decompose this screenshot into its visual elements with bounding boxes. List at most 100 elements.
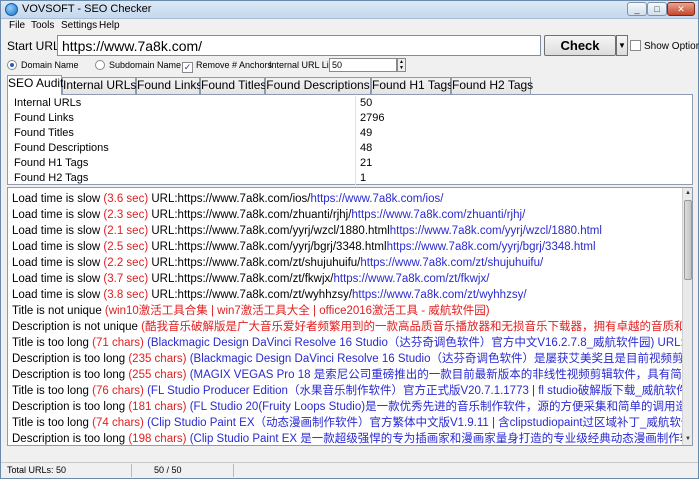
log-line[interactable]: Title is too long (76 chars) (FL Studio … (12, 384, 682, 400)
status-bar: Total URLs: 50 50 / 50 (1, 462, 698, 478)
log-line[interactable]: Description is too long (181 chars) (FL … (12, 400, 682, 416)
subdomain-name-radio[interactable]: Subdomain Name (95, 60, 181, 70)
menu-settings[interactable]: Settings (61, 20, 97, 31)
log-mid: URL:https://www.7a8k.com/zt/shujuhuifu/ (148, 257, 361, 269)
menu-bar: File Tools Settings Help (1, 19, 698, 33)
log-metric: (181 chars) (128, 401, 187, 413)
remove-anchors-box[interactable]: ✓ (182, 62, 193, 73)
log-line[interactable]: Description is not unique (酷我音乐破解版是广大音乐爱… (12, 320, 682, 336)
summary-value: 50 (360, 97, 373, 109)
tab-found-titles[interactable]: Found Titles (200, 77, 266, 94)
log-line[interactable]: Load time is slow (2.1 sec) URL:https://… (12, 224, 602, 240)
maximize-button[interactable]: □ (647, 2, 667, 16)
log-metric: (235 chars) (128, 353, 187, 365)
show-options-label: Show Options (644, 41, 699, 52)
log-tail: https://www.7a8k.com/yyrj/wzcl/1880.html (389, 225, 602, 237)
check-dropdown-icon[interactable]: ▼ (616, 35, 628, 56)
log-line[interactable]: Description is too long (255 chars) (MAG… (12, 368, 682, 384)
summary-label: Found Links (14, 112, 74, 124)
log-line[interactable]: Load time is slow (3.7 sec) URL:https://… (12, 272, 489, 288)
scroll-up-icon[interactable]: ▲ (683, 188, 692, 199)
log-line[interactable]: Description is too long (235 chars) (Bla… (12, 352, 682, 368)
limit-spinner-icon[interactable]: ▲ ▼ (397, 58, 406, 72)
summary-row[interactable]: Found Descriptions 48 (8, 141, 692, 156)
log-mid: (FL Studio 20(Fruity Loops Studio)是一款优秀先… (189, 401, 682, 413)
app-logo-icon (5, 3, 18, 16)
summary-row[interactable]: Found Titles 49 (8, 126, 692, 141)
internal-url-limit-input[interactable] (329, 58, 397, 72)
start-url-input[interactable] (57, 35, 541, 56)
menu-file[interactable]: File (9, 20, 25, 31)
tab-found-h2-tags[interactable]: Found H2 Tags (451, 77, 533, 94)
log-tail: https://www.7a8k.com/yyrj/bgrj/3348.html (386, 241, 596, 253)
audit-log: Load time is slow (3.6 sec) URL:https://… (7, 187, 693, 446)
tab-found-links[interactable]: Found Links (136, 77, 202, 94)
tab-seo-audit[interactable]: SEO Audit (7, 75, 63, 95)
app-window: VOVSOFT - SEO Checker _ □ ✕ File Tools S… (0, 0, 699, 479)
log-metric: (3.8 sec) (103, 289, 149, 301)
domain-name-radio[interactable]: Domain Name (7, 60, 79, 70)
tab-internal-urls[interactable]: Internal URLs (62, 77, 136, 94)
log-prefix: Description is too long (12, 401, 129, 413)
summary-value: 1 (360, 172, 367, 184)
show-options-checkbox[interactable]: Show Options (630, 40, 699, 52)
log-metric: (3.6 sec) (103, 193, 149, 205)
log-prefix: Load time is slow (12, 241, 104, 253)
log-mid: URL:https://www.7a8k.com/ios/ (148, 193, 311, 205)
log-line[interactable]: Load time is slow (3.8 sec) URL:https://… (12, 288, 527, 304)
log-line[interactable]: Title is too long (71 chars) (Blackmagic… (12, 336, 682, 352)
title-bar[interactable]: VOVSOFT - SEO Checker _ □ ✕ (1, 1, 698, 19)
audit-log-lines[interactable]: Load time is slow (3.6 sec) URL:https://… (8, 188, 682, 445)
log-line[interactable]: Load time is slow (2.5 sec) URL:https://… (12, 240, 596, 256)
log-prefix: Load time is slow (12, 257, 104, 269)
options-row: Domain Name Subdomain Name ✓ Remove # Anc… (1, 58, 698, 73)
scroll-thumb[interactable] (684, 200, 692, 280)
log-prefix: Title is too long (12, 417, 93, 429)
domain-name-label: Domain Name (21, 60, 79, 70)
subdomain-name-radio-dot[interactable] (95, 60, 105, 70)
log-prefix: Description is not unique (12, 321, 142, 333)
summary-grid: Internal URLs 50 Found Links 2796 Found Ti… (7, 94, 693, 186)
subdomain-name-label: Subdomain Name (109, 60, 182, 70)
log-mid: (Clip Studio Paint EX（动态漫画制作软件）官方繁体中文版V1… (147, 417, 682, 429)
summary-row[interactable]: Found Links 2796 (8, 111, 692, 126)
tab-found-descriptions[interactable]: Found Descriptions (265, 77, 371, 94)
log-line[interactable]: Load time is slow (3.6 sec) URL:https://… (12, 192, 443, 208)
show-options-box[interactable] (630, 40, 641, 51)
log-tail: https://www.7a8k.com/zt/shujuhuifu/ (360, 257, 544, 269)
log-line[interactable]: Load time is slow (2.2 sec) URL:https://… (12, 256, 543, 272)
log-prefix: Title is too long (12, 337, 93, 349)
log-tail: https://www.7a8k.com/ios/ (310, 193, 444, 205)
start-url-label: Start URL: (7, 39, 64, 53)
scroll-down-icon[interactable]: ▼ (683, 434, 692, 445)
summary-value: 2796 (360, 112, 385, 124)
log-tail: https://www.7a8k.com/zt/wyhhzsy/ (352, 289, 527, 301)
summary-label: Found H2 Tags (14, 172, 89, 184)
log-line[interactable]: Title is not unique (win10激活工具合集 | win7激… (12, 304, 490, 320)
log-mid: (Blackmagic Design DaVinci Resolve 16 St… (189, 353, 682, 365)
domain-name-radio-dot[interactable] (7, 60, 17, 70)
log-prefix: Title is not unique (12, 305, 105, 317)
menu-tools[interactable]: Tools (31, 20, 54, 31)
log-line[interactable]: Title is too long (74 chars) (Clip Studi… (12, 416, 682, 432)
log-tail: https://www.7a8k.com/zt/fkwjx/ (333, 273, 490, 285)
log-prefix: Title is too long (12, 385, 93, 397)
summary-row[interactable]: Internal URLs 50 (8, 96, 692, 111)
menu-help[interactable]: Help (99, 20, 120, 31)
total-urls-status: Total URLs: 50 (7, 465, 67, 475)
log-line[interactable]: Description is too long (198 chars) (Cli… (12, 432, 682, 445)
log-scrollbar[interactable]: ▲ ▼ (682, 188, 692, 445)
summary-row[interactable]: Found H2 Tags 1 (8, 171, 692, 186)
log-line[interactable]: Load time is slow (2.3 sec) URL:https://… (12, 208, 525, 224)
close-button[interactable]: ✕ (667, 2, 695, 16)
remove-anchors-label: Remove # Anchors (196, 60, 273, 70)
log-metric: (2.1 sec) (103, 225, 149, 237)
summary-row[interactable]: Found H1 Tags 21 (8, 156, 692, 171)
remove-anchors-checkbox[interactable]: ✓ Remove # Anchors (182, 60, 272, 73)
tab-found-h1-tags[interactable]: Found H1 Tags (371, 77, 453, 94)
log-prefix: Description is too long (12, 433, 129, 445)
check-button[interactable]: Check (544, 35, 616, 56)
log-mid: URL:https://www.7a8k.com/zhuanti/rjhj/ (148, 209, 352, 221)
log-metric: (255 chars) (128, 369, 187, 381)
minimize-button[interactable]: _ (627, 2, 647, 16)
